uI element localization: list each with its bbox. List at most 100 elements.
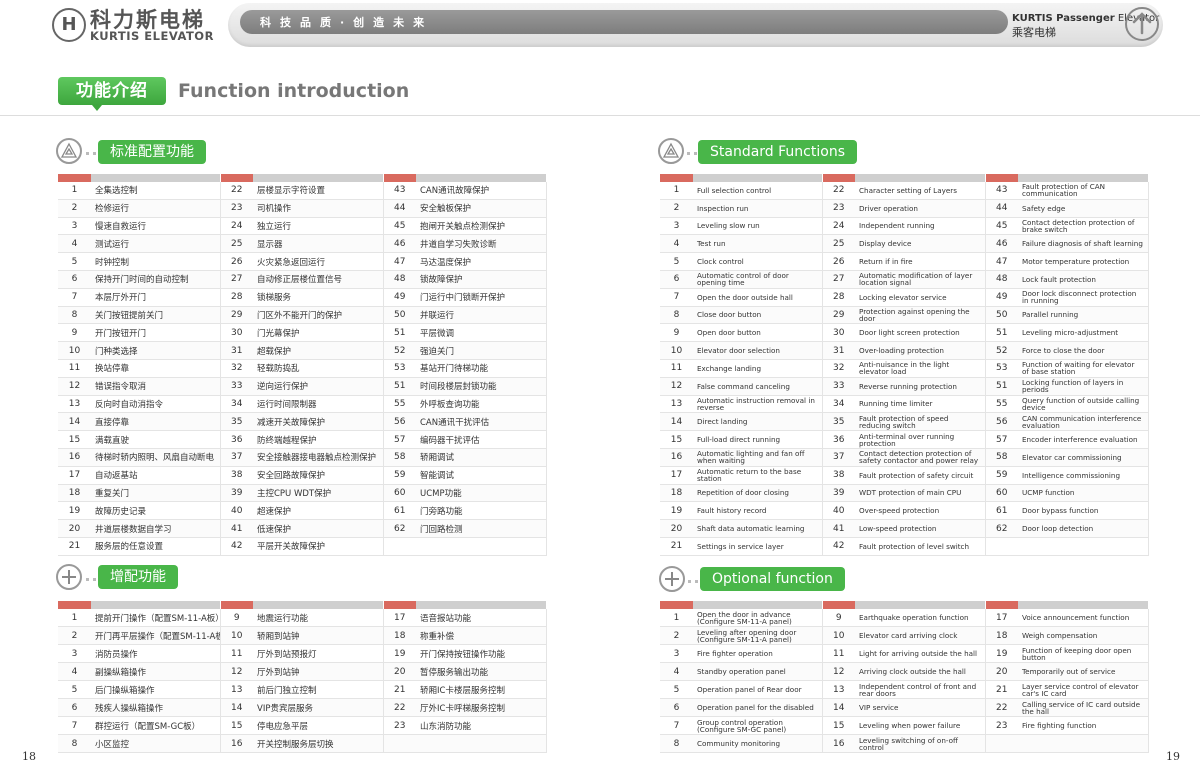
table-row: 13 Automatic instruction removal in rever… [660,395,1149,414]
function-number: 35 [822,412,855,432]
function-number: 16 [822,734,855,753]
page-title-english: Function introduction [178,80,410,102]
function-name: Earthquake operation function [855,609,986,627]
function-number: 24 [822,217,855,236]
function-number: 16 [58,448,91,467]
function-name: Elevator car commissioning [1018,448,1149,467]
divider-left [0,115,600,116]
function-name: Contact detection protection of brake sw… [1018,217,1149,236]
function-name: 群控运行（配置SM-GC板） [91,716,221,735]
function-number: 13 [220,680,253,699]
function-name: 运行时间限制器 [253,395,384,414]
function-number: 45 [383,217,416,236]
table-row: 15 满载直驶 36 防终端越程保护 57 编码器干扰评估 [58,430,547,449]
function-name: Light for arriving outside the hall [855,644,986,663]
function-name: 强迫关门 [416,341,547,360]
table-row: 15 Full-load direct running 36 Anti-termina… [660,430,1149,449]
table-row: 2 Inspection run 23 Driver operation 44 Safet… [660,199,1149,218]
table-row: 6 残疾人操纵箱操作 14 VIP贵宾层服务 22 厅外IC卡呼梯服务控制 [58,698,547,717]
function-number [985,537,1018,556]
table-row: 6 Automatic control of door opening time 2… [660,270,1149,289]
function-number: 6 [58,698,91,717]
page-title: 功能介绍 [58,77,166,105]
function-number: 5 [58,680,91,699]
up-arrow-icon[interactable] [1125,7,1159,41]
function-number: 48 [985,270,1018,289]
function-number: 11 [822,644,855,663]
function-number: 36 [220,430,253,449]
function-number: 31 [822,341,855,360]
function-number: 51 [383,377,416,396]
function-name: 自动返基站 [91,466,221,485]
function-number: 4 [58,662,91,681]
function-name: 逆向运行保护 [253,377,384,396]
table-row: 8 关门按钮提前关门 29 门区外不能开门的保护 50 并联运行 [58,306,547,325]
function-number: 2 [660,199,693,218]
table-row: 4 测试运行 25 显示器 46 井道自学习失败诊断 [58,234,547,254]
function-number: 62 [383,519,416,538]
triangle-badge-icon [56,138,82,164]
function-name: Function of keeping door open button [1018,644,1149,663]
function-number: 33 [822,377,855,396]
function-name: 残疾人操纵箱操作 [91,698,221,717]
function-name: 厅外IC卡呼梯服务控制 [416,698,547,717]
function-number: 50 [985,306,1018,325]
header-number-cell [220,601,253,609]
table-row: 1 提前开门操作（配置SM-11-A板） 9 地震运行功能 17 语音报站功能 [58,609,547,627]
table-row: 3 消防员操作 11 厅外到站预报灯 19 开门保持按钮操作功能 [58,644,547,663]
function-number: 52 [985,341,1018,360]
function-number: 5 [660,680,693,699]
table-row: 17 Automatic return to the base station 38… [660,466,1149,485]
function-number: 28 [220,288,253,307]
function-name: Standby operation panel [693,662,823,681]
title-pointer [92,105,102,111]
function-name: Open the door outside hall [693,288,823,307]
brand-english-bold: KURTIS Passenger [1012,13,1115,24]
function-name: Exchange landing [693,359,823,378]
function-name: 编码器干扰评估 [416,430,547,449]
function-number: 20 [383,662,416,681]
table-row: 19 Fault history record 40 Over-speed prote… [660,501,1149,521]
function-number: 12 [58,377,91,396]
function-name: 司机操作 [253,199,384,218]
function-number: 20 [985,662,1018,681]
header-text-cell [253,601,384,609]
table-row: 2 Leveling after opening door (Configure … [660,626,1149,645]
function-number: 26 [220,252,253,271]
header-number-cell [985,601,1018,609]
function-name: 厅外到站预报灯 [253,644,384,663]
function-name: Anti-terminal over running protection [855,430,986,449]
function-name: Fault protection of level switch [855,537,986,556]
function-number: 24 [220,217,253,236]
function-name: 轿厢调试 [416,448,547,467]
function-number: 11 [220,644,253,663]
function-number: 2 [58,626,91,645]
function-number: 31 [220,341,253,360]
function-number: 60 [383,484,416,503]
function-name: Return if in fire [855,252,986,271]
function-number: 1 [660,182,693,200]
section-standard-cn: 标准配置功能 [98,140,206,164]
function-name: 外呼板查询功能 [416,395,547,414]
table-row: 17 自动返基站 38 安全回路故障保护 59 智能调试 [58,466,547,485]
function-number: 61 [985,501,1018,521]
function-name: Open door button [693,323,823,343]
function-number: 6 [660,270,693,289]
function-number: 29 [220,306,253,325]
table-row: 9 Open door button 30 Door light screen pro… [660,323,1149,343]
function-number: 25 [822,234,855,254]
function-name: Independent running [855,217,986,236]
function-name: 重复关门 [91,484,221,503]
function-number: 39 [822,484,855,503]
function-name: 独立运行 [253,217,384,236]
function-name: Door light screen protection [855,323,986,343]
function-number: 14 [220,698,253,717]
dots-decoration [86,152,96,158]
function-number: 8 [660,734,693,753]
table-row: 1 全集选控制 22 层楼显示字符设置 43 CAN通讯故障保护 [58,182,547,200]
function-name: 低速保护 [253,519,384,538]
function-name: Failure diagnosis of shaft learning [1018,234,1149,254]
function-number: 61 [383,501,416,521]
function-name: Low-speed protection [855,519,986,538]
header-number-cell [822,174,855,182]
